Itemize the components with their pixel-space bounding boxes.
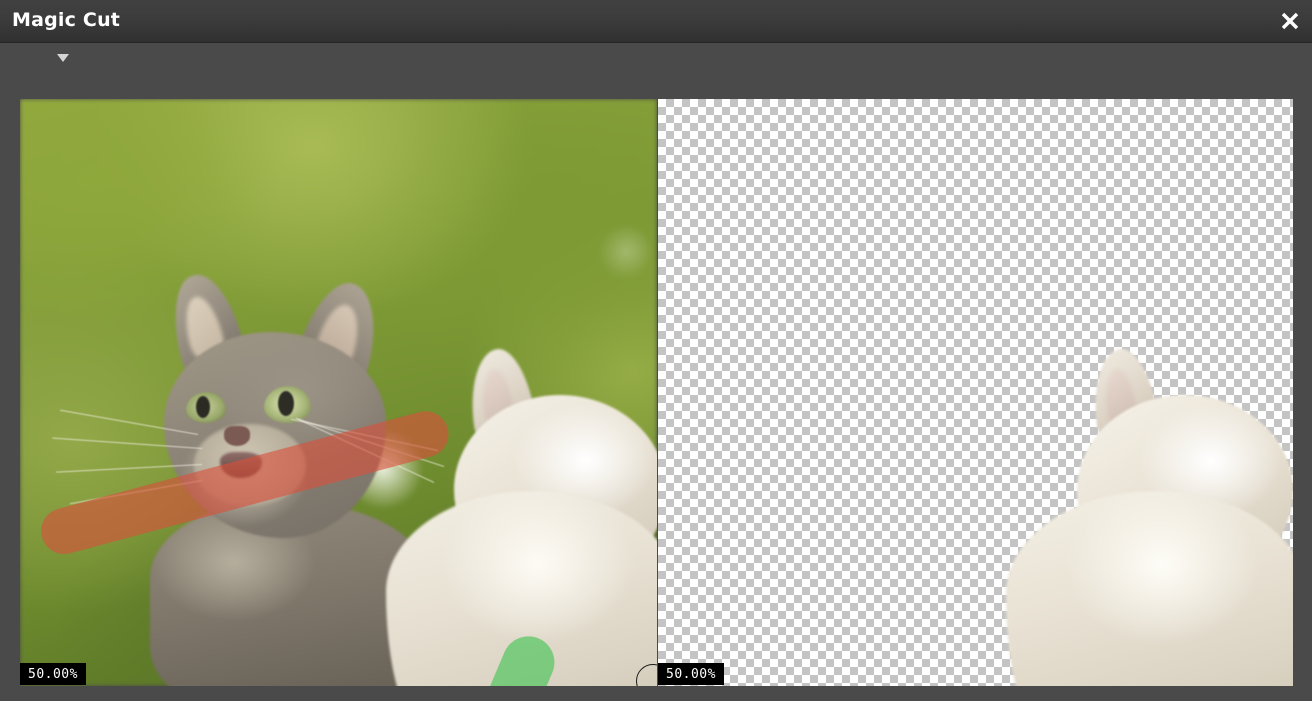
preview-image-panel[interactable] (658, 99, 1293, 686)
window-title: Magic Cut (12, 9, 121, 31)
tabby-pupil-left (196, 396, 210, 418)
title-bar: Magic Cut (0, 0, 1312, 43)
white-kitten-source (358, 345, 657, 686)
close-icon[interactable] (1272, 4, 1308, 38)
chevron-down-icon[interactable] (57, 54, 69, 62)
toolbar: 64 Border: 50 Clear Help Background: New… (0, 44, 1312, 139)
tabby-pupil-right (278, 391, 294, 416)
source-image-panel[interactable] (20, 99, 657, 686)
close-glyph (1281, 12, 1299, 30)
preview-kitten-body (1006, 491, 1293, 686)
zoom-level-preview: 50.00% (658, 663, 724, 685)
tabby-nose (224, 426, 250, 446)
zoom-level-source: 50.00% (20, 663, 86, 685)
canvas-area: 50.00% 50.00% (0, 99, 1312, 701)
